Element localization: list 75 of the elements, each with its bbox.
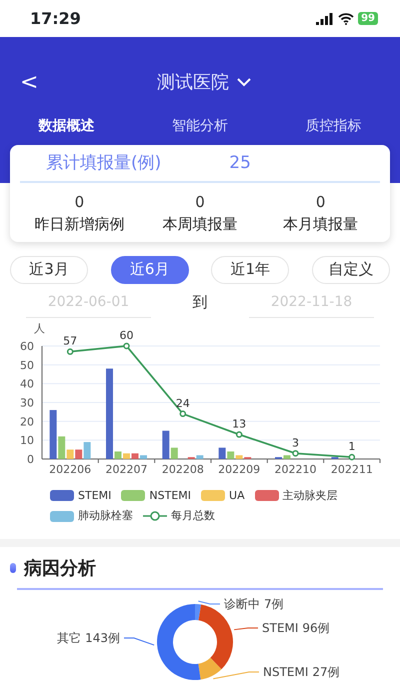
bar — [132, 452, 138, 458]
legend-label: NSTEMI — [149, 488, 192, 504]
axis-tick-label: 202211 — [330, 462, 373, 476]
total-value: 25 — [229, 152, 251, 175]
legend-swatch — [121, 490, 146, 502]
data-label: 13 — [232, 417, 246, 430]
data-point — [348, 453, 356, 460]
leader-line — [212, 671, 260, 679]
separator-text: 到 — [192, 292, 208, 314]
bar — [123, 452, 130, 458]
legend-swatch — [254, 490, 279, 502]
data-label: 3 — [292, 436, 299, 449]
signal-icon — [316, 12, 334, 24]
section-title: 病因分析 — [24, 556, 96, 580]
stat-value: 0 — [194, 192, 206, 212]
stat-value: 0 — [74, 192, 86, 212]
range-button[interactable]: 自定义 — [312, 256, 390, 284]
tab[interactable]: 质控指标 — [305, 110, 362, 148]
back-button[interactable]: < — [0, 72, 58, 94]
data-label: 24 — [176, 396, 190, 410]
data-label: 1 — [348, 440, 356, 453]
bullet-icon — [10, 563, 16, 573]
legend-swatch — [50, 510, 74, 522]
legend-label: 肺动脉栓塞 — [78, 508, 133, 524]
stat-label: 本周填报量 — [161, 214, 238, 235]
wifi-icon — [338, 12, 354, 24]
range-button[interactable]: 近6月 — [110, 256, 189, 284]
status-time: 17:29 — [30, 8, 81, 30]
axis-tick-label: 0 — [27, 452, 34, 466]
stat-label: 昨日新增病例 — [33, 214, 126, 235]
data-label: STEMI 96例 — [262, 620, 330, 634]
data-label: NSTEMI 27例 — [263, 664, 340, 678]
axis-tick-label: 202208 — [162, 462, 204, 476]
range-button[interactable]: 近1年 — [211, 256, 290, 284]
data-point — [292, 450, 299, 456]
range-button[interactable]: 近3月 — [10, 256, 88, 284]
legend-swatch — [50, 490, 74, 502]
leader-line — [124, 637, 155, 646]
legend-label: STEMI — [78, 488, 112, 504]
legend-label: UA — [229, 488, 245, 504]
axis-title: 人 — [34, 322, 45, 334]
axis-tick-label: 10 — [20, 434, 34, 447]
bar — [114, 450, 122, 458]
legend-line-icon — [143, 510, 167, 522]
data-label: 60 — [120, 328, 134, 342]
battery-level: 99 — [358, 12, 378, 25]
data-label: 57 — [63, 334, 78, 348]
total-label: 累计填报量(例) — [46, 152, 162, 175]
legend-label: 每月总数 — [171, 508, 215, 524]
legend-label: 主动脉夹层 — [282, 488, 338, 504]
axis-tick-label: 202206 — [49, 462, 92, 476]
leader-line — [198, 600, 220, 604]
legend-swatch — [201, 490, 226, 502]
axis-tick-label: 202210 — [274, 462, 316, 476]
data-point — [66, 348, 74, 354]
data-point — [180, 410, 186, 417]
tab[interactable]: 智能分析 — [172, 110, 228, 148]
data-point — [236, 430, 242, 438]
data-label: 其它 143例 — [57, 630, 120, 644]
chevron-down-icon — [237, 78, 252, 87]
stat-label: 本月填报量 — [282, 214, 360, 235]
axis-tick-label: 202207 — [106, 462, 148, 476]
stat-value: 0 — [314, 192, 326, 212]
axis-tick-label: 202209 — [218, 462, 260, 476]
axis-tick-label: 20 — [20, 414, 34, 428]
axis-tick-label: 30 — [20, 396, 34, 409]
bar — [284, 454, 290, 458]
axis-tick-label: 50 — [20, 358, 34, 372]
axis-tick-label: 40 — [20, 377, 34, 390]
data-label: 诊断中 7例 — [224, 596, 284, 610]
data-point — [123, 342, 130, 349]
bar — [140, 454, 147, 458]
axis-tick-label: 60 — [20, 340, 34, 352]
leader-line — [234, 627, 258, 630]
hospital-title: 测试医院 — [157, 71, 230, 95]
